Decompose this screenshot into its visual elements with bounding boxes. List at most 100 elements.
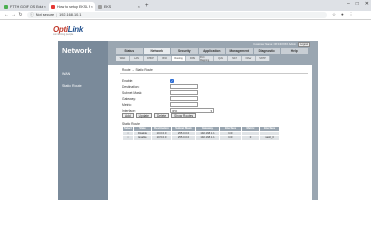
right-border: [312, 41, 318, 200]
close-icon[interactable]: ×: [138, 4, 140, 9]
tab-favicon-icon: [98, 4, 102, 9]
interface-label: Interface:: [122, 108, 136, 113]
menu-security[interactable]: Security: [171, 48, 199, 54]
divider: [120, 73, 308, 74]
table-cell: nas0_0: [259, 135, 280, 141]
main-content: Customer Name: OP-F4XXXX Admin Logout St…: [108, 41, 312, 200]
main-menu: Status Network Security Application Mana…: [116, 48, 309, 54]
submenu-wan[interactable]: WAN: [116, 56, 130, 61]
add-button[interactable]: Add: [122, 113, 134, 118]
gateway-input[interactable]: [170, 96, 198, 101]
new-tab-icon[interactable]: +: [145, 2, 149, 11]
table-cell: br0: [219, 135, 242, 141]
enable-label: Enable:: [122, 78, 134, 83]
metric-label: Metric:: [122, 102, 132, 107]
tab-label: EKS: [104, 4, 112, 9]
show-routes-button[interactable]: Show Routes: [171, 113, 197, 118]
not-secure-icon: ⓘ: [30, 12, 34, 17]
interface-value: IPO: [172, 108, 178, 113]
forward-arrow-icon[interactable]: →: [10, 12, 17, 18]
subnet-row: Subnet Mask:: [122, 90, 198, 95]
window-controls: – □ ✕: [347, 1, 369, 7]
browser-tab-active[interactable]: How to setup EKSL FTTH Route... ×: [49, 2, 95, 11]
menu-network[interactable]: Network: [143, 48, 171, 54]
metric-input[interactable]: [170, 102, 198, 107]
metric-row: Metric:: [122, 102, 198, 107]
sidebar-nav: WAN Static Route: [62, 72, 82, 88]
tab-label: How to setup EKSL FTTH Route...: [57, 4, 90, 9]
destination-input[interactable]: [170, 84, 198, 89]
sub-menu: WAN LAN DHCP IPv6 Routing DNS Port Mappi…: [116, 56, 270, 62]
radio-icon[interactable]: ○: [127, 136, 129, 139]
submenu-qos[interactable]: QoS: [214, 56, 228, 61]
user-text: Customer Name: OP-F4XXXX Admin: [253, 43, 297, 46]
back-arrow-icon[interactable]: ←: [3, 12, 10, 18]
submenu-nat[interactable]: NAT: [228, 56, 242, 61]
close-window-icon[interactable]: ✕: [365, 1, 369, 7]
menu-icon[interactable]: ⋮: [349, 12, 354, 18]
menu-application[interactable]: Application: [198, 48, 226, 54]
static-route-table: Select State Destination Subnet Mask Gat…: [122, 126, 280, 141]
table-cell: 0: [241, 135, 260, 141]
user-info: Customer Name: OP-F4XXXX Admin Logout: [253, 42, 310, 47]
browser-tab-bar: FTTH GOIF OS Edutime cycle... × How to s…: [0, 0, 371, 11]
address-bar: ← → ↻ ⓘ Not secure | 192.168.10.1 ☆ ● ⋮: [0, 11, 371, 20]
close-icon[interactable]: ×: [91, 4, 93, 9]
sidebar-item-wan[interactable]: WAN: [62, 72, 82, 76]
submenu-other[interactable]: Other: [242, 56, 256, 61]
table-cell-select[interactable]: ○: [122, 135, 134, 141]
table-row[interactable]: ○ Enable 10.5.0.0 255.0.0.0 192.168.1.1 …: [122, 135, 280, 141]
tab-favicon-icon: [4, 4, 8, 9]
destination-row: Destination:: [122, 84, 198, 89]
menu-status[interactable]: Status: [116, 48, 144, 54]
menu-help[interactable]: Help: [281, 48, 309, 54]
sidebar-item-static-route[interactable]: Static Route: [62, 84, 82, 88]
enable-checkbox[interactable]: ✓: [170, 78, 174, 83]
maximize-icon[interactable]: □: [356, 1, 359, 7]
security-label: Not secure: [35, 13, 55, 17]
submenu-lan[interactable]: LAN: [130, 56, 144, 61]
delete-button[interactable]: Delete: [153, 113, 170, 118]
reload-icon[interactable]: ↻: [17, 12, 24, 18]
tab-favicon-icon: [51, 4, 55, 9]
submenu-sntp[interactable]: SNTP: [256, 56, 270, 61]
submenu-dns[interactable]: DNS: [186, 56, 200, 61]
destination-label: Destination:: [122, 84, 140, 89]
minimize-icon[interactable]: –: [347, 1, 350, 7]
submenu-port-mapping[interactable]: Port Mapping: [200, 56, 214, 62]
url-text: 192.168.10.1: [59, 13, 82, 17]
table-cell: Enable: [133, 135, 152, 141]
sidebar-title: Network: [62, 46, 92, 55]
browser-tab[interactable]: EKS ×: [96, 2, 142, 11]
chevron-down-icon: ▾: [210, 108, 212, 113]
star-icon[interactable]: ☆: [332, 12, 336, 18]
submenu-dhcp[interactable]: DHCP: [144, 56, 158, 61]
table-cell: 255.0.0.0: [171, 135, 196, 141]
menu-management[interactable]: Management: [226, 48, 254, 54]
url-input[interactable]: ⓘ Not secure | 192.168.10.1: [27, 12, 327, 18]
sidebar: [58, 41, 108, 200]
action-buttons: Add Update Delete Show Routes: [122, 113, 197, 118]
subnet-input[interactable]: [170, 90, 198, 95]
logo-tagline: connecting people: [53, 33, 74, 36]
enable-row: Enable: ✓: [122, 78, 174, 83]
close-icon[interactable]: ×: [44, 4, 46, 9]
table-cell: 192.168.1.1: [195, 135, 220, 141]
browser-tab[interactable]: FTTH GOIF OS Edutime cycle... ×: [2, 2, 48, 11]
router-page: OptiLink connecting people Network WAN S…: [0, 21, 371, 200]
logout-button[interactable]: Logout: [298, 42, 310, 47]
brand-logo: OptiLink connecting people: [53, 25, 93, 41]
submenu-routing[interactable]: Routing: [172, 56, 186, 61]
browser-actions: ☆ ● ⋮: [332, 12, 353, 18]
radio-icon[interactable]: ○: [127, 132, 129, 135]
gateway-row: Gateway:: [122, 96, 198, 101]
update-button[interactable]: Update: [135, 113, 152, 118]
gateway-label: Gateway:: [122, 96, 136, 101]
table-cell: 10.5.0.0: [151, 135, 172, 141]
tab-label: FTTH GOIF OS Edutime cycle...: [10, 4, 43, 9]
menu-diagnostic[interactable]: Diagnostic: [253, 48, 281, 54]
account-icon[interactable]: ●: [341, 12, 344, 18]
subnet-label: Subnet Mask:: [122, 90, 143, 95]
submenu-ipv6[interactable]: IPv6: [158, 56, 172, 61]
breadcrumb: Route → Static Route: [122, 68, 153, 72]
